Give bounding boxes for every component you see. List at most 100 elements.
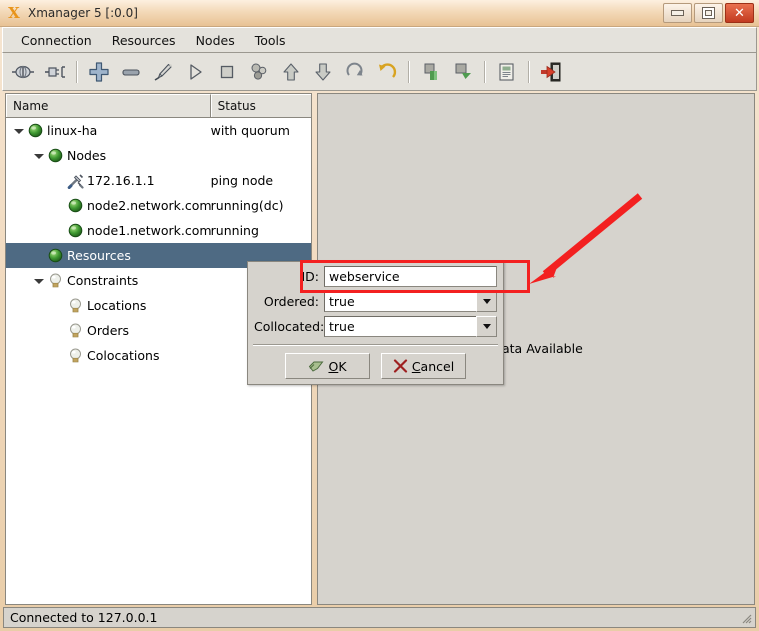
- tree-item-label: node1.network.com: [87, 223, 211, 238]
- tree-row-node2-network-com[interactable]: node2.network.com running(dc): [6, 193, 311, 218]
- migrate-icon[interactable]: [243, 57, 275, 87]
- tree-twisty-placeholder: [52, 324, 66, 338]
- tree-row-name: Colocations: [6, 347, 211, 365]
- bulb-icon: [66, 322, 84, 340]
- tree-row-status: running(dc): [210, 198, 284, 213]
- tools-icon: [66, 172, 84, 190]
- dialog-divider: [253, 344, 498, 346]
- bulb-icon: [66, 297, 84, 315]
- resize-grip-icon[interactable]: [740, 612, 752, 624]
- collocated-row: Collocated: true: [254, 315, 497, 337]
- toolbar: [2, 53, 757, 91]
- close-button[interactable]: ✕: [725, 3, 754, 23]
- ordered-row: Ordered: true: [254, 290, 497, 312]
- toolbar-separator: [408, 60, 410, 83]
- menu-connection[interactable]: Connection: [11, 31, 102, 50]
- ordered-combo[interactable]: true: [324, 290, 497, 312]
- tree-row-linux-ha[interactable]: linux-ha with quorum: [6, 118, 311, 143]
- edit-brush-icon[interactable]: [147, 57, 179, 87]
- tree-item-label: node2.network.com: [87, 198, 211, 213]
- column-header-status[interactable]: Status: [210, 94, 311, 117]
- disconnect-icon[interactable]: [39, 57, 71, 87]
- undo-icon[interactable]: [371, 57, 403, 87]
- cancel-label: Cancel: [411, 358, 455, 374]
- maximize-button[interactable]: [694, 3, 723, 23]
- toolbar-separator: [528, 60, 530, 83]
- tree-twisty-placeholder: [32, 249, 46, 263]
- status-bar: Connected to 127.0.0.1: [3, 607, 756, 628]
- no-data-message: ata Available: [502, 341, 583, 356]
- add-icon[interactable]: [83, 57, 115, 87]
- tree-item-label: Orders: [87, 323, 130, 338]
- dialog-buttons: OK Cancel: [248, 353, 503, 379]
- minimize-button[interactable]: [663, 3, 692, 23]
- start-icon[interactable]: [179, 57, 211, 87]
- move-up-icon[interactable]: [275, 57, 307, 87]
- tree-row-name: linux-ha: [6, 122, 211, 140]
- green-ball-icon: [26, 122, 44, 140]
- report-icon[interactable]: [491, 57, 523, 87]
- menu-resources[interactable]: Resources: [102, 31, 186, 50]
- x-mark-icon: [393, 359, 407, 373]
- expand-collapse-icon[interactable]: [12, 124, 26, 138]
- tree-row-name: Resources: [6, 247, 211, 265]
- exit-icon[interactable]: [535, 57, 567, 87]
- status-text: Connected to 127.0.0.1: [10, 610, 158, 625]
- tree-twisty-placeholder: [52, 199, 66, 213]
- column-header-name[interactable]: Name: [6, 94, 211, 117]
- tree-twisty-placeholder: [52, 349, 66, 363]
- tree-row-name: node1.network.com: [6, 222, 211, 240]
- menu-tools[interactable]: Tools: [245, 31, 296, 50]
- tree-row-name: Constraints: [6, 272, 211, 290]
- tree-item-label: linux-ha: [47, 123, 98, 138]
- x-logo-icon: X: [8, 4, 20, 22]
- menu-bar: Connection Resources Nodes Tools: [2, 27, 757, 53]
- chevron-down-icon[interactable]: [476, 315, 497, 337]
- tree-row-name: 172.16.1.1: [6, 172, 211, 190]
- tree-twisty-placeholder: [52, 174, 66, 188]
- collocated-label: Collocated:: [254, 318, 325, 334]
- group-properties-dialog: ID: webservice Ordered: true Collocated:…: [247, 261, 504, 385]
- green-ball-icon: [66, 222, 84, 240]
- ok-button[interactable]: OK: [285, 353, 370, 379]
- expand-collapse-icon[interactable]: [32, 274, 46, 288]
- tree-item-label: Locations: [87, 298, 147, 313]
- cancel-button[interactable]: Cancel: [381, 353, 466, 379]
- green-ball-icon: [46, 147, 64, 165]
- tree-row-node1-network-com[interactable]: node1.network.com running: [6, 218, 311, 243]
- chevron-down-icon[interactable]: [476, 290, 497, 312]
- remove-icon[interactable]: [115, 57, 147, 87]
- tree-row-name: Nodes: [6, 147, 211, 165]
- refresh-icon[interactable]: [339, 57, 371, 87]
- stop-icon[interactable]: [211, 57, 243, 87]
- id-input[interactable]: webservice: [324, 265, 497, 287]
- id-label: ID:: [301, 268, 319, 284]
- expand-collapse-icon[interactable]: [32, 149, 46, 163]
- bulb-icon: [46, 272, 64, 290]
- title-bar: X Xmanager 5 [:0.0] ✕: [0, 0, 759, 27]
- move-down-icon[interactable]: [307, 57, 339, 87]
- tree-row-status: running: [210, 223, 259, 238]
- bulb-icon: [66, 347, 84, 365]
- tree-row-nodes[interactable]: Nodes: [6, 143, 311, 168]
- tree-twisty-placeholder: [52, 224, 66, 238]
- toolbar-separator: [76, 60, 78, 83]
- tree-row-status: with quorum: [210, 123, 290, 138]
- window-controls: ✕: [663, 3, 754, 23]
- tree-row-172-16-1-1[interactable]: 172.16.1.1 ping node: [6, 168, 311, 193]
- tree-item-label: Colocations: [87, 348, 160, 363]
- tree-item-label: Nodes: [67, 148, 107, 163]
- check-tag-icon: [309, 361, 324, 372]
- menu-nodes[interactable]: Nodes: [186, 31, 245, 50]
- toolbar-separator: [484, 60, 486, 83]
- collocated-value[interactable]: true: [324, 315, 476, 337]
- tree-row-name: Locations: [6, 297, 211, 315]
- paste-icon[interactable]: [447, 57, 479, 87]
- connect-icon[interactable]: [7, 57, 39, 87]
- id-row: ID: webservice: [254, 265, 497, 287]
- tree-twisty-placeholder: [52, 299, 66, 313]
- ordered-value[interactable]: true: [324, 290, 476, 312]
- collocated-combo[interactable]: true: [324, 315, 497, 337]
- close-icon: ✕: [734, 5, 745, 21]
- cleanup-icon[interactable]: [415, 57, 447, 87]
